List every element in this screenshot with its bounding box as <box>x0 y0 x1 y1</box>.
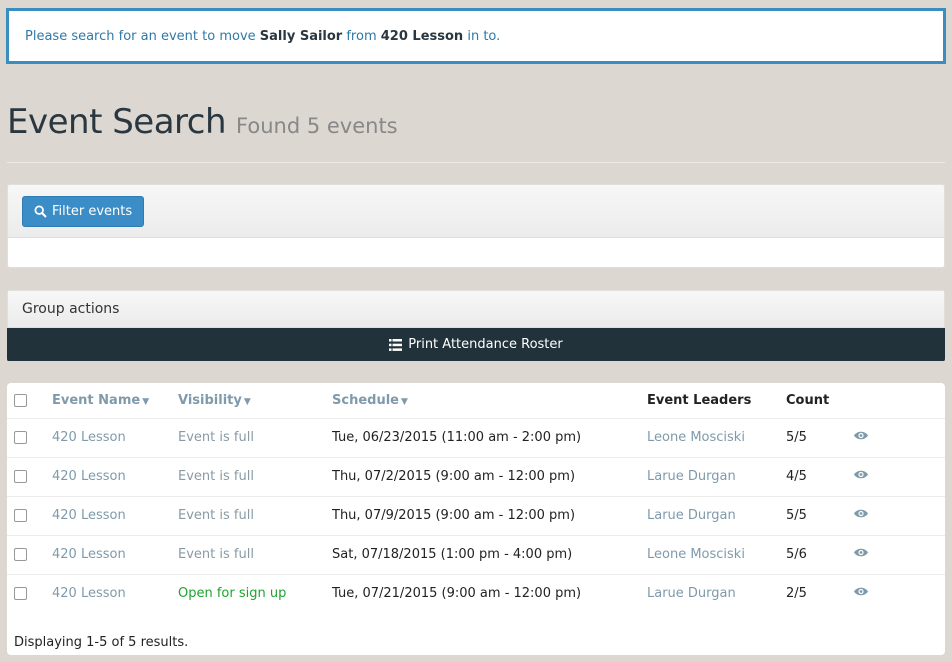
column-event-leaders: Event Leaders <box>647 392 752 408</box>
move-alert: Please search for an event to move Sally… <box>6 8 946 64</box>
events-table-panel: Event Name ▼ Visibility ▼ Schedule ▼ Event … <box>7 383 945 655</box>
row-checkbox[interactable] <box>14 548 27 561</box>
visibility-status: Open for sign up <box>178 573 332 613</box>
count-cell: 5/5 <box>786 417 853 457</box>
caret-down-icon: ▼ <box>142 396 150 407</box>
event-leader-link[interactable]: Larue Durgan <box>647 495 786 535</box>
filter-events-label: Filter events <box>52 203 133 219</box>
group-actions-panel: Group actions Print Attendance Roster <box>7 290 945 362</box>
view-eye-icon[interactable] <box>853 573 945 613</box>
event-leader-link[interactable]: Larue Durgan <box>647 573 786 613</box>
row-checkbox[interactable] <box>14 587 27 601</box>
filter-panel: Filter events <box>7 184 945 268</box>
schedule-cell: Tue, 07/21/2015 (9:00 am - 12:00 pm) <box>332 573 647 613</box>
alert-prefix: Please search for an event to move <box>25 28 256 44</box>
table-row: 420 Lesson Event is full Thu, 07/9/2015 … <box>7 495 945 535</box>
column-count: Count <box>786 392 830 408</box>
count-cell: 2/5 <box>786 573 853 613</box>
schedule-cell: Tue, 06/23/2015 (11:00 am - 2:00 pm) <box>332 417 647 457</box>
visibility-status: Event is full <box>178 495 332 535</box>
caret-down-icon: ▼ <box>400 396 408 407</box>
select-all-checkbox[interactable] <box>14 393 27 407</box>
events-table: Event Name ▼ Visibility ▼ Schedule ▼ Event … <box>7 383 945 613</box>
search-icon <box>34 204 47 218</box>
alert-event: 420 Lesson <box>380 28 464 44</box>
event-name-link[interactable]: 420 Lesson <box>52 456 178 496</box>
table-row: 420 Lesson Event is full Tue, 06/23/2015… <box>7 417 945 457</box>
filter-panel-header: Filter events <box>8 185 944 238</box>
schedule-cell: Thu, 07/9/2015 (9:00 am - 12:00 pm) <box>332 495 647 535</box>
filter-events-button[interactable]: Filter events <box>22 195 145 227</box>
event-leader-link[interactable]: Leone Mosciski <box>647 417 786 457</box>
event-name-link[interactable]: 420 Lesson <box>52 534 178 574</box>
count-cell: 4/5 <box>786 456 853 496</box>
page-header: Event Search Found 5 events <box>7 100 945 163</box>
print-attendance-roster-label: Print Attendance Roster <box>408 337 563 352</box>
view-eye-icon[interactable] <box>853 456 945 496</box>
table-header-row: Event Name ▼ Visibility ▼ Schedule ▼ Event … <box>7 383 945 418</box>
group-actions-label: Group actions <box>7 290 945 328</box>
alert-suffix: in to. <box>467 28 501 44</box>
event-leader-link[interactable]: Larue Durgan <box>647 456 786 496</box>
row-checkbox[interactable] <box>14 509 27 522</box>
page-subtitle: Found 5 events <box>236 114 398 138</box>
row-checkbox[interactable] <box>14 470 27 483</box>
alert-person: Sally Sailor <box>259 28 343 44</box>
count-cell: 5/6 <box>786 534 853 574</box>
row-checkbox[interactable] <box>14 431 27 444</box>
event-name-link[interactable]: 420 Lesson <box>52 495 178 535</box>
event-name-link[interactable]: 420 Lesson <box>52 417 178 457</box>
view-eye-icon[interactable] <box>853 417 945 457</box>
caret-down-icon: ▼ <box>243 396 251 407</box>
list-icon <box>389 338 403 351</box>
alert-middle: from <box>346 28 377 44</box>
table-row: 420 Lesson Open for sign up Tue, 07/21/2… <box>7 573 945 613</box>
count-cell: 5/5 <box>786 495 853 535</box>
column-event-name[interactable]: Event Name ▼ <box>52 383 178 418</box>
table-row: 420 Lesson Event is full Thu, 07/2/2015 … <box>7 456 945 496</box>
visibility-status: Event is full <box>178 417 332 457</box>
results-summary: Displaying 1-5 of 5 results. <box>14 635 189 650</box>
schedule-cell: Thu, 07/2/2015 (9:00 am - 12:00 pm) <box>332 456 647 496</box>
column-schedule[interactable]: Schedule ▼ <box>332 383 647 418</box>
column-actions <box>853 383 945 418</box>
page-title: Event Search <box>7 102 227 142</box>
visibility-status: Event is full <box>178 534 332 574</box>
event-leader-link[interactable]: Leone Mosciski <box>647 534 786 574</box>
event-name-link[interactable]: 420 Lesson <box>52 573 178 613</box>
schedule-cell: Sat, 07/18/2015 (1:00 pm - 4:00 pm) <box>332 534 647 574</box>
view-eye-icon[interactable] <box>853 495 945 535</box>
visibility-status: Event is full <box>178 456 332 496</box>
table-row: 420 Lesson Event is full Sat, 07/18/2015… <box>7 534 945 574</box>
view-eye-icon[interactable] <box>853 534 945 574</box>
print-attendance-roster-button[interactable]: Print Attendance Roster <box>7 328 945 361</box>
column-visibility[interactable]: Visibility ▼ <box>178 383 332 418</box>
